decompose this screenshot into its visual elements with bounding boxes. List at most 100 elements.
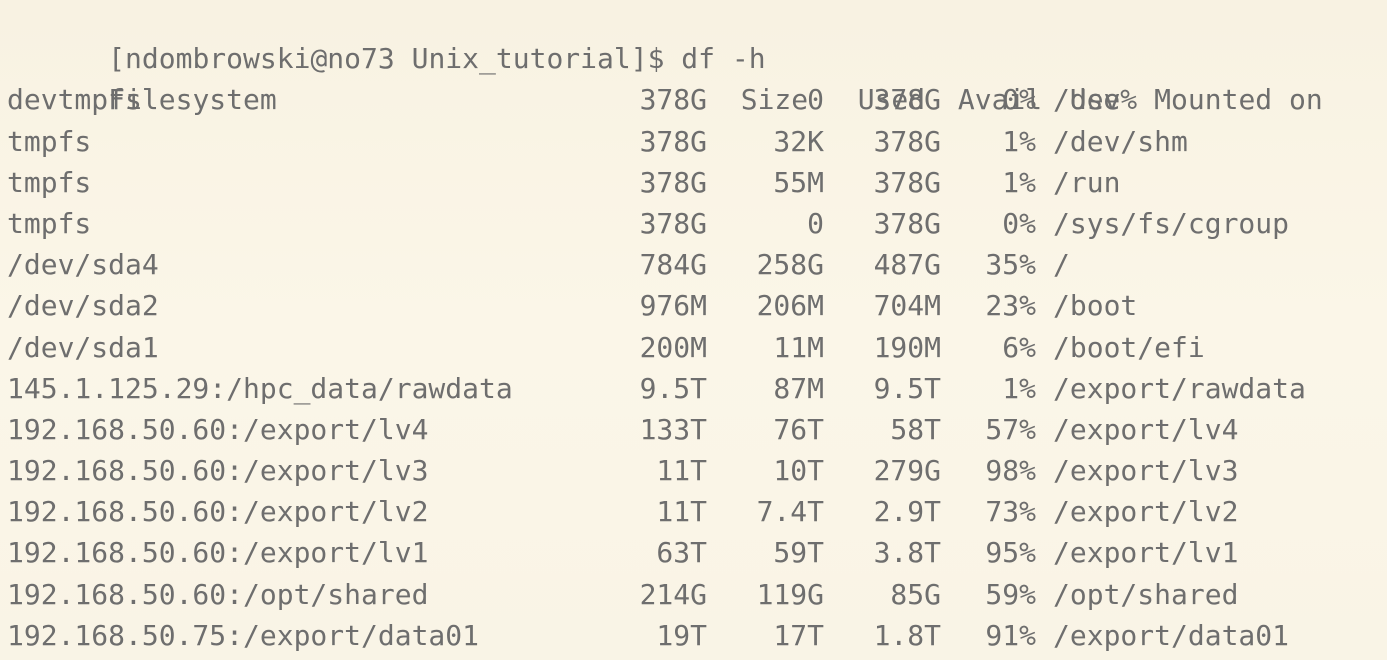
- cell-used: 11M: [773, 330, 824, 364]
- table-row: 145.1.125.29:/hpc_data/rawdata 9.5T 87M 9.5…: [7, 368, 1382, 409]
- cell-filesystem: tmpfs: [7, 124, 92, 158]
- table-row: 192.168.50.60:/export/lv1 63T 59T 3.8T 95% /e…: [7, 532, 1382, 573]
- cell-used: 0: [807, 83, 824, 117]
- cell-use-percent: 95%: [985, 536, 1036, 570]
- cell-use-percent: 0%: [1002, 206, 1036, 240]
- cell-mounted-on: /export/lv3: [1053, 454, 1239, 488]
- command-prompt: [ndombrowski@no73 Unix_tutorial]$ df -h: [108, 42, 766, 76]
- cell-used: 0: [807, 206, 824, 240]
- cell-size: 378G: [639, 83, 707, 117]
- cell-filesystem: 192.168.50.60:/export/lv4: [7, 412, 429, 446]
- cell-avail: 378G: [873, 206, 941, 240]
- cell-use-percent: 1%: [1002, 371, 1036, 405]
- cell-use-percent: 98%: [985, 454, 1036, 488]
- cell-used: 119G: [756, 577, 824, 611]
- cell-use-percent: 1%: [1002, 165, 1036, 199]
- cell-filesystem: /dev/sda1: [7, 330, 159, 364]
- cell-avail: 1.8T: [873, 618, 941, 652]
- cell-size: 378G: [639, 124, 707, 158]
- table-row: 192.168.50.60:/export/lv3 11T 10T 279G 98% /e…: [7, 450, 1382, 491]
- cell-size: 378G: [639, 165, 707, 199]
- cell-size: 11T: [656, 495, 707, 529]
- table-row: 192.168.50.60:/opt/shared 214G 119G 85G 59% /…: [7, 574, 1382, 615]
- cell-used: 87M: [773, 371, 824, 405]
- cell-used: 206M: [756, 289, 824, 323]
- cell-used: 59T: [773, 536, 824, 570]
- cell-avail: 190M: [873, 330, 941, 364]
- cell-mounted-on: /export/rawdata: [1053, 371, 1306, 405]
- cell-mounted-on: /run: [1053, 165, 1121, 199]
- cell-avail: 2.9T: [873, 495, 941, 529]
- cell-filesystem: devtmpfs: [7, 83, 142, 117]
- cell-use-percent: 23%: [985, 289, 1036, 323]
- table-row: 192.168.50.75:/export/data01 19T 17T 1.8T 91…: [7, 615, 1382, 656]
- cell-used: 258G: [756, 248, 824, 282]
- cell-avail: 704M: [873, 289, 941, 323]
- cell-use-percent: 57%: [985, 412, 1036, 446]
- cell-mounted-on: /export/lv4: [1053, 412, 1239, 446]
- table-row: /dev/sda1 200M 11M 190M 6% /boot/efi: [7, 327, 1382, 368]
- terminal-window[interactable]: [ndombrowski@no73 Unix_tutorial]$ df -h …: [0, 0, 1387, 660]
- command-prompt-line: [ndombrowski@no73 Unix_tutorial]$ df -h: [7, 0, 1382, 75]
- cell-mounted-on: /boot/efi: [1053, 330, 1205, 364]
- cell-avail: 378G: [873, 165, 941, 199]
- cell-filesystem: 192.168.50.60:/export/lv1: [7, 536, 429, 570]
- cell-use-percent: 91%: [985, 618, 1036, 652]
- cell-use-percent: 35%: [985, 248, 1036, 282]
- cell-size: 378G: [639, 206, 707, 240]
- cell-avail: 279G: [873, 454, 941, 488]
- cell-used: 55M: [773, 165, 824, 199]
- table-row: tmpfs 378G 0 378G 0% /sys/fs/cgroup: [7, 203, 1382, 244]
- cell-mounted-on: /export/lv1: [1053, 536, 1239, 570]
- cell-use-percent: 1%: [1002, 124, 1036, 158]
- table-row: tmpfs 378G 32K 378G 1% /dev/shm: [7, 121, 1382, 162]
- terminal-output: [ndombrowski@no73 Unix_tutorial]$ df -h …: [7, 0, 1382, 656]
- cell-filesystem: /dev/sda4: [7, 248, 159, 282]
- cell-filesystem: /dev/sda2: [7, 289, 159, 323]
- cell-size: 9.5T: [639, 371, 707, 405]
- cell-use-percent: 73%: [985, 495, 1036, 529]
- table-row: /dev/sda2 976M 206M 704M 23% /boot: [7, 285, 1382, 326]
- cell-avail: 85G: [890, 577, 941, 611]
- cell-mounted-on: /sys/fs/cgroup: [1053, 206, 1290, 240]
- cell-used: 10T: [773, 454, 824, 488]
- cell-avail: 487G: [873, 248, 941, 282]
- cell-size: 63T: [656, 536, 707, 570]
- cell-filesystem: 192.168.50.75:/export/data01: [7, 618, 480, 652]
- cell-filesystem: 192.168.50.60:/export/lv3: [7, 454, 429, 488]
- table-row: 192.168.50.60:/export/lv2 11T 7.4T 2.9T 73% /…: [7, 491, 1382, 532]
- cell-mounted-on: /export/lv2: [1053, 495, 1239, 529]
- cell-mounted-on: /opt/shared: [1053, 577, 1239, 611]
- cell-filesystem: 192.168.50.60:/export/lv2: [7, 495, 429, 529]
- cell-size: 214G: [639, 577, 707, 611]
- cell-mounted-on: /: [1053, 248, 1070, 282]
- cell-filesystem: 145.1.125.29:/hpc_data/rawdata: [7, 371, 513, 405]
- cell-filesystem: 192.168.50.60:/opt/shared: [7, 577, 429, 611]
- cell-mounted-on: /export/data01: [1053, 618, 1290, 652]
- table-row: 192.168.50.60:/export/lv4 133T 76T 58T 57% /e…: [7, 409, 1382, 450]
- cell-filesystem: tmpfs: [7, 165, 92, 199]
- cell-size: 976M: [639, 289, 707, 323]
- table-body: devtmpfs 378G 0 378G 0% /dev tmpfs 378G 32K 378G 1…: [7, 79, 1382, 656]
- cell-size: 19T: [656, 618, 707, 652]
- cell-used: 76T: [773, 412, 824, 446]
- cell-use-percent: 59%: [985, 577, 1036, 611]
- cell-avail: 378G: [873, 83, 941, 117]
- cell-mounted-on: /dev: [1053, 83, 1121, 117]
- cell-filesystem: tmpfs: [7, 206, 92, 240]
- cell-avail: 3.8T: [873, 536, 941, 570]
- cell-avail: 378G: [873, 124, 941, 158]
- table-row: tmpfs 378G 55M 378G 1% /run: [7, 162, 1382, 203]
- table-row: /dev/sda4 784G 258G 487G 35% /: [7, 244, 1382, 285]
- cell-used: 32K: [773, 124, 824, 158]
- header-mounted-on: Mounted on: [1154, 83, 1323, 117]
- cell-use-percent: 0%: [1002, 83, 1036, 117]
- cell-avail: 58T: [890, 412, 941, 446]
- cell-size: 133T: [639, 412, 707, 446]
- cell-size: 784G: [639, 248, 707, 282]
- cell-mounted-on: /dev/shm: [1053, 124, 1188, 158]
- cell-used: 7.4T: [756, 495, 824, 529]
- cell-size: 200M: [639, 330, 707, 364]
- cell-used: 17T: [773, 618, 824, 652]
- cell-size: 11T: [656, 454, 707, 488]
